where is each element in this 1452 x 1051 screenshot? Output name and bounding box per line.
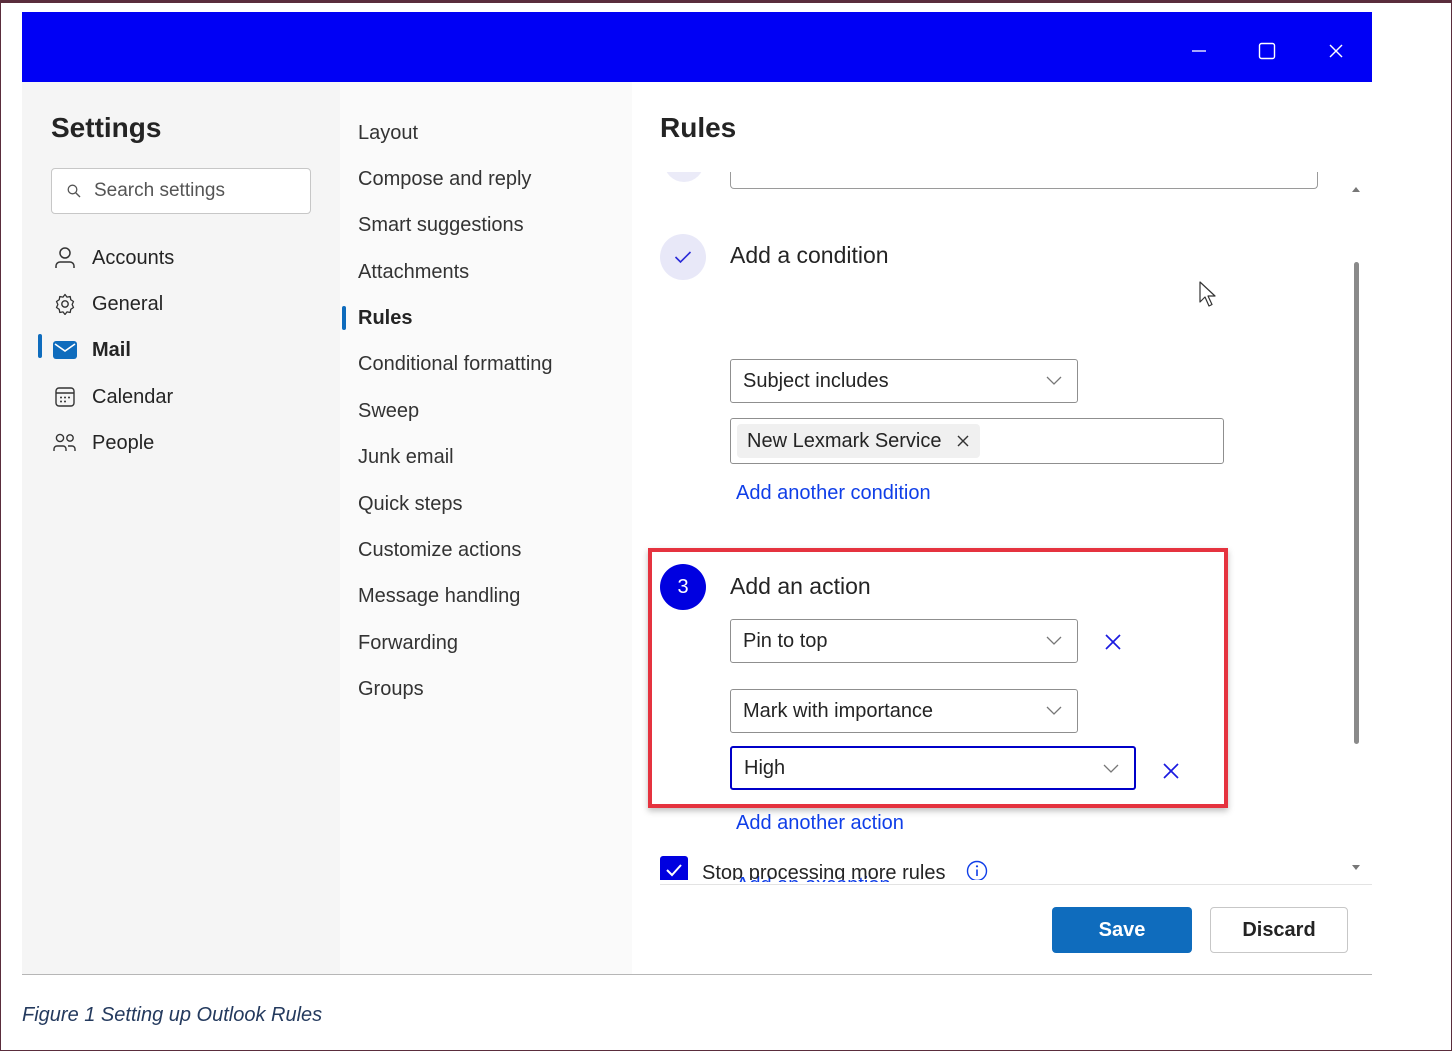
mail-nav-rules[interactable]: Rules (358, 307, 412, 330)
figure-caption: Figure 1 Setting up Outlook Rules (22, 1004, 323, 1026)
nav-label-mail: Mail (92, 338, 131, 361)
mail-nav-compose-and-reply[interactable]: Compose and reply (358, 168, 531, 191)
search-box[interactable] (51, 168, 311, 214)
nav-label-general: General (92, 292, 164, 315)
mail-icon (52, 337, 78, 363)
active-nav-indicator (38, 334, 42, 358)
mail-nav-layout[interactable]: Layout (358, 122, 418, 145)
active-mail-nav-indicator (342, 306, 346, 330)
save-button[interactable]: Save (1052, 907, 1192, 953)
settings-window: Settings Accounts General Mail (22, 12, 1372, 975)
mail-nav-sweep[interactable]: Sweep (358, 400, 419, 423)
nav-label-people: People (92, 431, 155, 454)
nav-item-mail[interactable]: Mail (52, 332, 131, 368)
page-title: Rules (660, 112, 737, 143)
calendar-icon (52, 384, 78, 410)
nav-label-accounts: Accounts (92, 246, 175, 269)
scroll-up-arrow-icon[interactable] (1351, 185, 1361, 193)
maximize-icon[interactable] (1247, 36, 1287, 66)
scroll-down-arrow-icon[interactable] (1351, 864, 1361, 872)
mail-nav-conditional-formatting[interactable]: Conditional formatting (358, 353, 553, 376)
discard-button[interactable]: Discard (1210, 907, 1348, 953)
nav-item-accounts[interactable]: Accounts (52, 240, 174, 276)
checkmark-icon (666, 864, 682, 877)
stop-processing-row: Stop processing more rules (632, 172, 1372, 880)
settings-title: Settings (51, 112, 162, 143)
stop-processing-label: Stop processing more rules (702, 862, 946, 880)
mail-nav-customize-actions[interactable]: Customize actions (358, 539, 521, 562)
person-icon (52, 245, 78, 271)
mouse-cursor-icon (1199, 281, 1216, 307)
mail-nav-message-handling[interactable]: Message handling (358, 585, 520, 608)
nav-label-calendar: Calendar (92, 385, 174, 408)
title-bar (22, 12, 1372, 82)
mail-nav-smart-suggestions[interactable]: Smart suggestions (358, 214, 524, 237)
mail-nav-attachments[interactable]: Attachments (358, 261, 469, 284)
mail-nav-quick-steps[interactable]: Quick steps (358, 493, 462, 516)
settings-nav-pane: Settings Accounts General Mail (22, 82, 340, 974)
search-icon (67, 184, 81, 198)
nav-item-people[interactable]: People (52, 425, 154, 461)
info-icon[interactable] (966, 860, 988, 880)
search-input[interactable] (92, 177, 296, 205)
nav-item-general[interactable]: General (52, 286, 163, 322)
mail-nav-groups[interactable]: Groups (358, 678, 424, 701)
footer-divider (660, 884, 1372, 885)
gear-icon (52, 291, 78, 317)
stop-processing-checkbox[interactable] (660, 856, 688, 880)
scrollbar-thumb[interactable] (1354, 262, 1359, 744)
mail-settings-pane: Layout Compose and reply Smart suggestio… (340, 82, 632, 974)
rules-pane: Rules Add a condition Subject includes N… (632, 82, 1372, 974)
people-icon (52, 430, 78, 456)
mail-nav-junk-email[interactable]: Junk email (358, 446, 454, 469)
nav-item-calendar[interactable]: Calendar (52, 379, 173, 415)
minimize-icon[interactable] (1179, 36, 1219, 66)
mail-nav-forwarding[interactable]: Forwarding (358, 632, 458, 655)
close-icon[interactable] (1316, 36, 1356, 66)
